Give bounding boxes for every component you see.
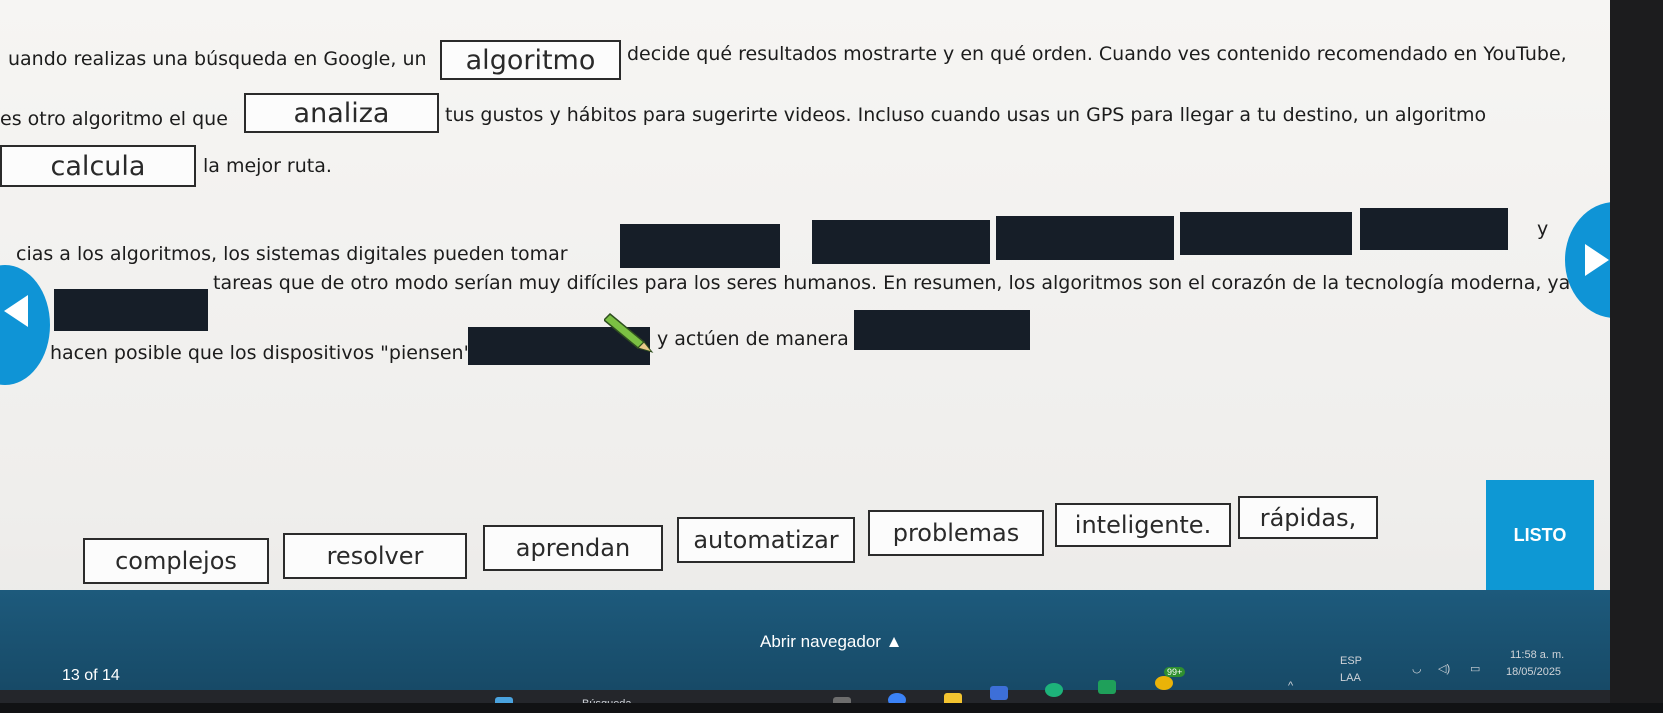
tray-chevron-icon[interactable]: ^	[1288, 680, 1293, 692]
p1-line3-end: la mejor ruta.	[203, 155, 332, 177]
page-counter: 13 of 14	[62, 667, 120, 684]
p1-line1-end: decide qué resultados mostrarte y en qué…	[627, 43, 1567, 65]
word-chip-resolver[interactable]: resolver	[283, 533, 467, 579]
word-chip-aprendan[interactable]: aprendan	[483, 525, 663, 571]
arrow-right-icon	[1585, 244, 1609, 276]
p1-line2-start: es otro algoritmo el que	[0, 108, 228, 130]
blank-empty-5[interactable]	[1360, 208, 1508, 250]
p1-line2-end: tus gustos y hábitos para sugerirte vide…	[445, 104, 1487, 126]
pencil-cursor-icon	[604, 312, 654, 353]
blank-empty-3[interactable]	[996, 216, 1174, 260]
language-indicator[interactable]: ESP	[1340, 655, 1362, 667]
volume-icon[interactable]: ◁)	[1438, 662, 1450, 675]
blank-filled-analiza[interactable]: analiza	[244, 93, 439, 133]
clock-date[interactable]: 18/05/2025	[1506, 666, 1561, 678]
p2-line3-start: hacen posible que los dispositivos "pien…	[50, 342, 479, 364]
layout-indicator[interactable]: LAA	[1340, 672, 1361, 684]
edge-icon[interactable]	[1045, 683, 1063, 697]
store-icon[interactable]	[1098, 680, 1116, 694]
blank-filled-algoritmo[interactable]: algoritmo	[440, 40, 621, 80]
quiz-screen: uando realizas una búsqueda en Google, u…	[0, 0, 1663, 713]
clock-time[interactable]: 11:58 a. m.	[1510, 649, 1564, 661]
monitor-bezel-right	[1610, 0, 1663, 713]
p1-line1-start: uando realizas una búsqueda en Google, u…	[8, 48, 427, 70]
word-chip-inteligente[interactable]: inteligente.	[1055, 503, 1231, 547]
word-chip-complejos[interactable]: complejos	[83, 538, 269, 584]
p2-line2-end: tareas que de otro modo serían muy difíc…	[213, 272, 1571, 294]
chrome-icon[interactable]	[1155, 676, 1173, 690]
app-icon[interactable]	[990, 686, 1008, 700]
battery-icon[interactable]: ▭	[1470, 662, 1480, 675]
notification-badge: 99+	[1164, 667, 1186, 677]
arrow-left-icon	[4, 295, 28, 327]
p2-line1-start: cias a los algoritmos, los sistemas digi…	[16, 243, 568, 265]
word-chip-rapidas[interactable]: rápidas,	[1238, 496, 1378, 539]
blank-empty-6[interactable]	[54, 289, 208, 331]
p2-line3-mid: y actúen de manera	[657, 328, 849, 350]
blank-empty-8[interactable]	[854, 310, 1030, 350]
listo-button[interactable]: LISTO	[1486, 480, 1594, 590]
monitor-bezel-bottom	[0, 703, 1663, 713]
wifi-icon[interactable]: ◡	[1412, 662, 1422, 675]
blank-empty-1[interactable]	[620, 224, 780, 268]
blank-filled-calcula[interactable]: calcula	[0, 145, 196, 187]
open-browser-link[interactable]: Abrir navegador ▲	[760, 632, 903, 652]
word-chip-automatizar[interactable]: automatizar	[677, 517, 855, 563]
blank-empty-2[interactable]	[812, 220, 990, 264]
p2-line1-end: y	[1537, 218, 1549, 240]
word-chip-problemas[interactable]: problemas	[868, 510, 1044, 556]
blank-empty-4[interactable]	[1180, 212, 1352, 255]
prev-page-button[interactable]	[0, 265, 50, 385]
